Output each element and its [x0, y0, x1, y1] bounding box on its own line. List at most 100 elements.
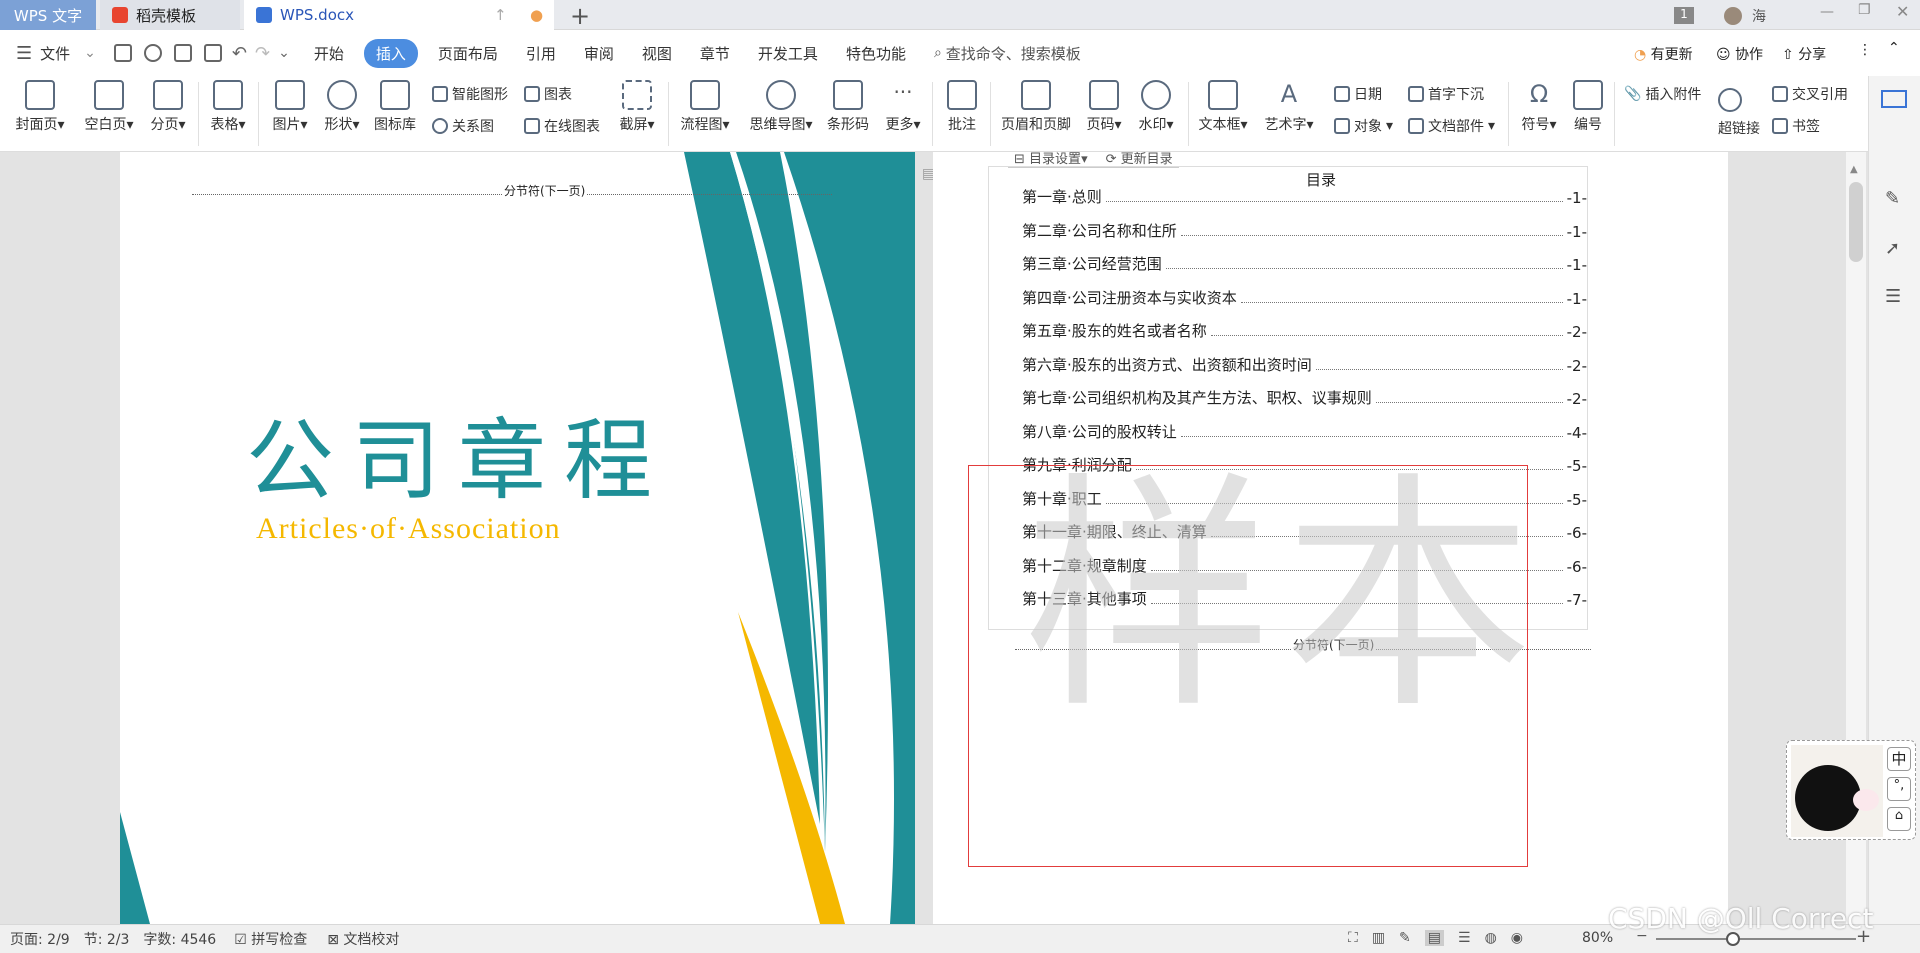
page-number-button[interactable]: 页码▾	[1082, 80, 1126, 134]
collapse-ribbon-icon[interactable]: ⌃	[1888, 40, 1900, 56]
template-tab[interactable]: 稻壳模板	[100, 0, 240, 30]
mindmap-button[interactable]: 思维导图▾	[744, 80, 818, 134]
page-toc[interactable]: ⊟ 目录设置▾ ⟳ 更新目录 目录 第一章·总则 -1- 第二章·公司名称和住所 -1…	[933, 152, 1728, 924]
eye-protect-icon[interactable]: ◉	[1511, 930, 1523, 946]
ime-punct-button[interactable]: °,	[1887, 777, 1911, 801]
chart-button[interactable]: 图表	[524, 84, 572, 104]
new-tab-button[interactable]: +	[570, 2, 590, 30]
hamburger-icon[interactable]: ☰	[16, 43, 32, 64]
toc-entry[interactable]: 第八章·公司的股权转让 -4-	[1022, 420, 1587, 442]
image-button[interactable]: 图片▾	[268, 80, 312, 134]
bookmark-button[interactable]: 书签	[1772, 116, 1820, 136]
update-button[interactable]: ◔ 有更新	[1634, 44, 1693, 64]
toc-entry[interactable]: 第二章·公司名称和住所 -1-	[1022, 219, 1587, 241]
ime-skin-button[interactable]: ⌂	[1887, 807, 1911, 831]
sliders-icon[interactable]: ☰	[1885, 286, 1901, 307]
avatar[interactable]	[1724, 7, 1742, 25]
hyperlink-button[interactable]: 超链接	[1718, 118, 1760, 138]
spell-check-button[interactable]: ☑ 拼写检查	[234, 929, 307, 949]
menu-developer[interactable]: 开发工具	[744, 43, 832, 64]
object-button[interactable]: 对象 ▾	[1334, 116, 1393, 136]
notification-badge[interactable]: 1	[1674, 7, 1694, 24]
menu-chapter[interactable]: 章节	[686, 43, 744, 64]
menu-insert[interactable]: 插入	[363, 38, 418, 68]
document-canvas[interactable]: 分节符(下一页) 公司章程 Articles·of·Association ▤ …	[0, 152, 1920, 924]
page-indicator[interactable]: 页面: 2/9	[10, 929, 70, 949]
shape-button[interactable]: 形状▾	[320, 80, 364, 134]
section-indicator[interactable]: 节: 2/3	[84, 929, 130, 949]
screenshot-button[interactable]: 截屏▾	[614, 80, 660, 134]
close-icon[interactable]: ✕	[1896, 2, 1909, 21]
menu-view[interactable]: 视图	[628, 43, 686, 64]
file-menu[interactable]: 文件	[32, 43, 84, 64]
collab-button[interactable]: ☺ 协作	[1716, 44, 1763, 64]
menu-review[interactable]: 审阅	[570, 43, 628, 64]
print-preview-icon[interactable]	[203, 44, 222, 62]
scroll-up-icon[interactable]: ▲	[1850, 164, 1858, 175]
pen-icon[interactable]: ✎	[1885, 188, 1900, 209]
fullscreen-icon[interactable]: ⛶	[1348, 930, 1358, 946]
flowchart-button[interactable]: 流程图▾	[676, 80, 734, 134]
web-view-icon[interactable]: ◍	[1485, 930, 1497, 946]
update-toc-button[interactable]: ⟳ 更新目录	[1106, 152, 1173, 167]
toc-settings-button[interactable]: ⊟ 目录设置▾	[1014, 152, 1088, 167]
minimize-icon[interactable]: —	[1820, 4, 1834, 20]
comment-button[interactable]: 批注	[940, 80, 984, 134]
wordart-button[interactable]: A 艺术字▾	[1260, 80, 1318, 134]
print-icon[interactable]	[173, 44, 192, 62]
undo-icon[interactable]: ↶	[232, 43, 247, 64]
toc-entry[interactable]: 第一章·总则 -1-	[1022, 185, 1587, 207]
outline-view-icon[interactable]: ☰	[1458, 930, 1471, 946]
watermark-button[interactable]: 水印▾	[1134, 80, 1178, 134]
relation-button[interactable]: 关系图	[432, 116, 494, 136]
doc-parts-button[interactable]: 文档部件 ▾	[1408, 116, 1495, 136]
menu-references[interactable]: 引用	[512, 43, 570, 64]
insert-attachment-button[interactable]: 📎 插入附件	[1624, 84, 1701, 104]
page-cover[interactable]: 分节符(下一页) 公司章程 Articles·of·Association	[120, 152, 915, 924]
online-chart-button[interactable]: 在线图表	[524, 116, 600, 136]
page-break-button[interactable]: 分页▾	[146, 80, 190, 134]
header-footer-button[interactable]: 页眉和页脚	[996, 80, 1076, 134]
more-button[interactable]: ··· 更多▾	[880, 80, 926, 134]
format-painter-icon[interactable]	[143, 44, 162, 62]
ime-lang-button[interactable]: 中	[1887, 747, 1911, 771]
edit-mode-icon[interactable]: ✎	[1399, 930, 1411, 946]
date-button[interactable]: 日期	[1334, 84, 1382, 104]
more-icon[interactable]: ⋮	[1858, 42, 1872, 58]
cover-title[interactable]: 公司章程	[246, 390, 670, 517]
toc-entry[interactable]: 第五章·股东的姓名或者名称 -2-	[1022, 319, 1587, 341]
toc-entry[interactable]: 第七章·公司组织机构及其产生方法、职权、议事规则 -2-	[1022, 386, 1587, 408]
upload-icon[interactable]: ↑	[494, 6, 507, 24]
document-tab[interactable]: WPS.docx ↑ ●	[244, 0, 554, 30]
toc-entry[interactable]: 第三章·公司经营范围 -1-	[1022, 252, 1587, 274]
drop-cap-button[interactable]: 首字下沉	[1408, 84, 1484, 104]
redo-icon[interactable]: ↷	[255, 43, 270, 64]
save-icon[interactable]	[113, 44, 132, 62]
page-view-icon[interactable]: ▤	[1424, 930, 1445, 946]
cover-page-button[interactable]: 封面页▾	[10, 80, 70, 134]
share-button[interactable]: ⇧ 分享	[1782, 44, 1826, 64]
selection-frame[interactable]	[968, 465, 1528, 867]
hyperlink-icon-button[interactable]	[1718, 88, 1742, 112]
numbering-button[interactable]: 编号	[1568, 80, 1608, 134]
textbox-button[interactable]: 文本框▾	[1194, 80, 1252, 134]
barcode-button[interactable]: 条形码	[824, 80, 872, 134]
smartart-button[interactable]: 智能图形	[432, 84, 508, 104]
scroll-thumb[interactable]	[1849, 182, 1863, 262]
cursor-icon[interactable]: ➚	[1885, 238, 1900, 259]
zoom-slider[interactable]	[1656, 938, 1856, 940]
menu-features[interactable]: 特色功能	[832, 43, 920, 64]
cover-subtitle[interactable]: Articles·of·Association	[256, 512, 561, 546]
menu-home[interactable]: 开始	[300, 43, 358, 64]
word-count[interactable]: 字数: 4546	[143, 929, 216, 949]
layout-toggle-icon[interactable]	[1881, 90, 1907, 108]
read-mode-icon[interactable]: ▥	[1372, 930, 1385, 946]
restore-icon[interactable]: ❐	[1858, 2, 1871, 18]
chevron-down-icon[interactable]: ⌄	[84, 45, 96, 61]
customize-icon[interactable]: ⌄	[278, 45, 290, 61]
blank-page-button[interactable]: 空白页▾	[78, 80, 140, 134]
command-search[interactable]: 查找命令、搜索模板	[942, 43, 1095, 64]
cross-ref-button[interactable]: 交叉引用	[1772, 84, 1848, 104]
menu-layout[interactable]: 页面布局	[424, 43, 512, 64]
toc-entry[interactable]: 第六章·股东的出资方式、出资额和出资时间 -2-	[1022, 353, 1587, 375]
